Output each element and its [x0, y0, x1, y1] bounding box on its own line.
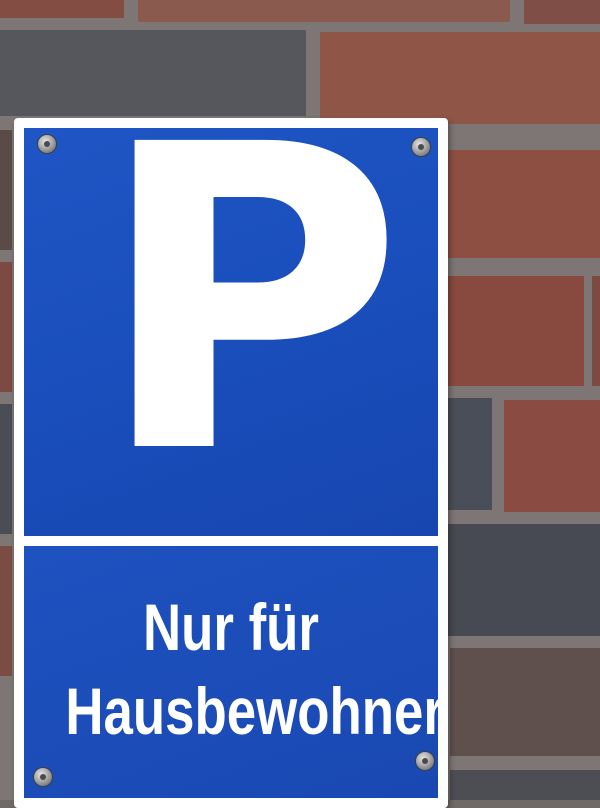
screw-icon: [412, 138, 430, 156]
caption-line-1: Nur für: [143, 590, 319, 664]
parking-symbol-panel: P: [24, 92, 438, 536]
screw-icon: [34, 768, 52, 786]
parking-p-symbol: P: [96, 57, 404, 546]
screw-icon: [416, 752, 434, 770]
parking-sign: P Nur für Hausbewohner: [14, 92, 448, 808]
caption-panel: Nur für Hausbewohner: [24, 546, 444, 798]
caption-line-2: Hausbewohner: [65, 674, 444, 748]
screw-icon: [38, 135, 56, 153]
